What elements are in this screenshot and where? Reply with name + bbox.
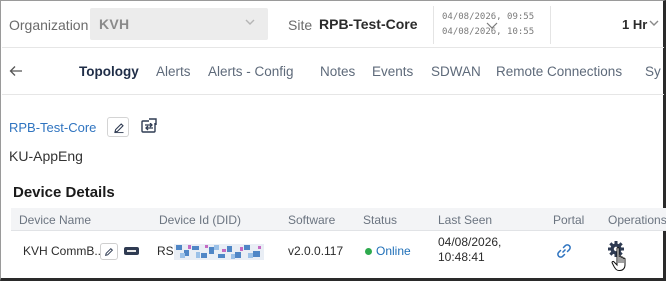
table-header: Device Name Device Id (DID) Software Sta… <box>11 208 666 231</box>
edit-device-button[interactable] <box>100 243 118 260</box>
site-select[interactable]: RPB-Test-Core <box>319 16 418 33</box>
column-header: Device Name <box>19 213 92 227</box>
hand-cursor-icon <box>611 247 626 271</box>
table-row: KVH CommB... RS1 v2.0.0.117 Online 04/08… <box>11 232 666 272</box>
app-frame: Organization KVH Site RPB-Test-Core 04/0… <box>0 0 666 281</box>
last-seen-time: 10:48:41 <box>438 250 485 264</box>
tab-alerts[interactable]: Alerts <box>156 64 191 79</box>
software-version: v2.0.0.117 <box>288 244 344 258</box>
tab-bar: Topology Alerts Alerts - Config Notes Ev… <box>2 49 664 95</box>
pencil-icon <box>114 123 124 134</box>
chevron-down-icon <box>245 19 255 25</box>
tab-notes[interactable]: Notes <box>320 64 355 79</box>
time-range-select[interactable]: 1 Hr <box>622 17 647 32</box>
last-seen: 04/08/2026, 10:48:41 <box>438 235 501 265</box>
edit-site-button[interactable] <box>107 117 129 137</box>
site-subtitle: KU-AppEng <box>9 148 83 164</box>
tab-topology[interactable]: Topology <box>79 64 139 79</box>
date-to: 04/08/2026, 10:55 <box>442 27 535 37</box>
tab-system[interactable]: Sy <box>645 64 661 79</box>
redacted-device-id <box>174 244 264 260</box>
column-header: Device Id (DID) <box>159 213 242 227</box>
tab-events[interactable]: Events <box>372 64 413 79</box>
device-link-icon[interactable] <box>124 247 139 255</box>
pencil-icon <box>104 247 114 257</box>
chevron-down-icon[interactable] <box>648 17 660 29</box>
status-online-dot <box>365 248 372 255</box>
device-name[interactable]: KVH CommB... <box>23 244 104 258</box>
last-seen-date: 04/08/2026, <box>438 235 502 249</box>
organization-label: Organization <box>9 17 89 33</box>
column-header: Last Seen <box>438 213 493 227</box>
column-header: Operations <box>608 213 666 227</box>
tab-sdwan[interactable]: SDWAN <box>431 64 481 79</box>
site-label: Site <box>288 17 313 33</box>
organization-value: KVH <box>99 16 130 32</box>
tab-remote-connections[interactable]: Remote Connections <box>496 64 622 79</box>
site-value: RPB-Test-Core <box>319 16 418 32</box>
date-from: 04/08/2026, 09:55 <box>442 12 535 22</box>
back-arrow-icon[interactable] <box>9 65 23 77</box>
tab-alerts-config[interactable]: Alerts - Config <box>208 64 294 79</box>
site-name-link[interactable]: RPB-Test-Core <box>9 120 96 135</box>
date-range-picker[interactable]: 04/08/2026, 09:55 04/08/2026, 10:55 <box>433 6 551 44</box>
device-details-title: Device Details <box>13 184 115 201</box>
status-badge: Online <box>376 244 411 258</box>
column-header: Portal <box>553 213 585 227</box>
filter-bar: Organization KVH Site RPB-Test-Core 04/0… <box>2 2 664 48</box>
column-header: Software <box>288 213 336 227</box>
column-header: Status <box>363 213 398 227</box>
link-icon[interactable] <box>556 243 572 259</box>
swap-icon[interactable] <box>139 116 159 136</box>
organization-select[interactable]: KVH <box>90 8 268 40</box>
